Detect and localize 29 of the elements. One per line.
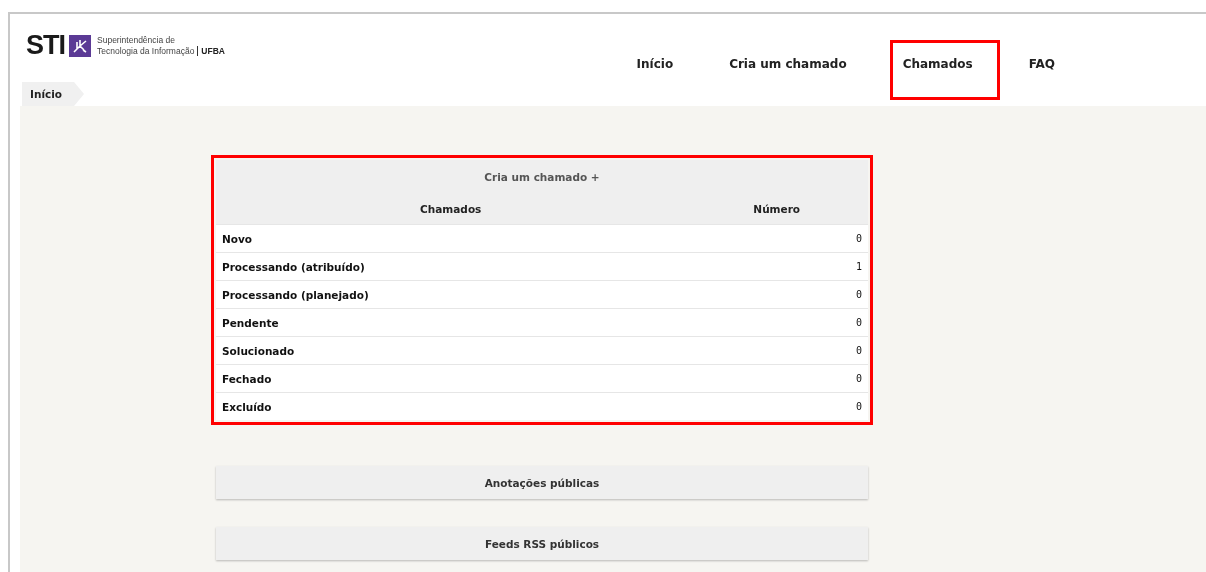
table-cell: Novo [216,224,686,253]
table-cell: Pendente [216,308,686,337]
table-cell: 0 [685,336,868,365]
table-cell: 0 [685,392,868,420]
column-header: Chamados [216,194,686,225]
logo-icon [69,34,91,57]
table-cell: Processando (planejado) [216,280,686,309]
nav-link[interactable]: Chamados [889,40,1000,100]
column-header: Número [685,194,868,225]
breadcrumb-item[interactable]: Início [22,82,85,106]
panel-header[interactable]: Feeds RSS públicos [216,527,868,560]
logo-subtitle: Superintendência de [97,35,176,46]
logo-wordmark: STI [26,32,65,59]
table-cell: 0 [685,364,868,393]
table-cell: Fechado [216,364,686,393]
table-cell: Processando (atribuído) [216,252,686,281]
panel-header[interactable]: Anotações públicas [216,466,868,499]
table-cell: 0 [685,224,868,253]
create-ticket-link[interactable]: Cria um chamado + [484,171,600,183]
table-cell: 0 [685,280,868,309]
logo-subtitle: Tecnologia da Informação [97,45,195,56]
table-cell: Excluído [216,392,686,420]
nav-link[interactable]: FAQ [1015,40,1082,100]
table-cell: 1 [685,252,868,281]
nav-link[interactable]: Cria um chamado [716,40,874,100]
nav-link[interactable]: Início [623,40,701,100]
table-cell: Solucionado [216,336,686,365]
table-cell: 0 [685,308,868,337]
logo-org: UFBA [197,45,225,56]
